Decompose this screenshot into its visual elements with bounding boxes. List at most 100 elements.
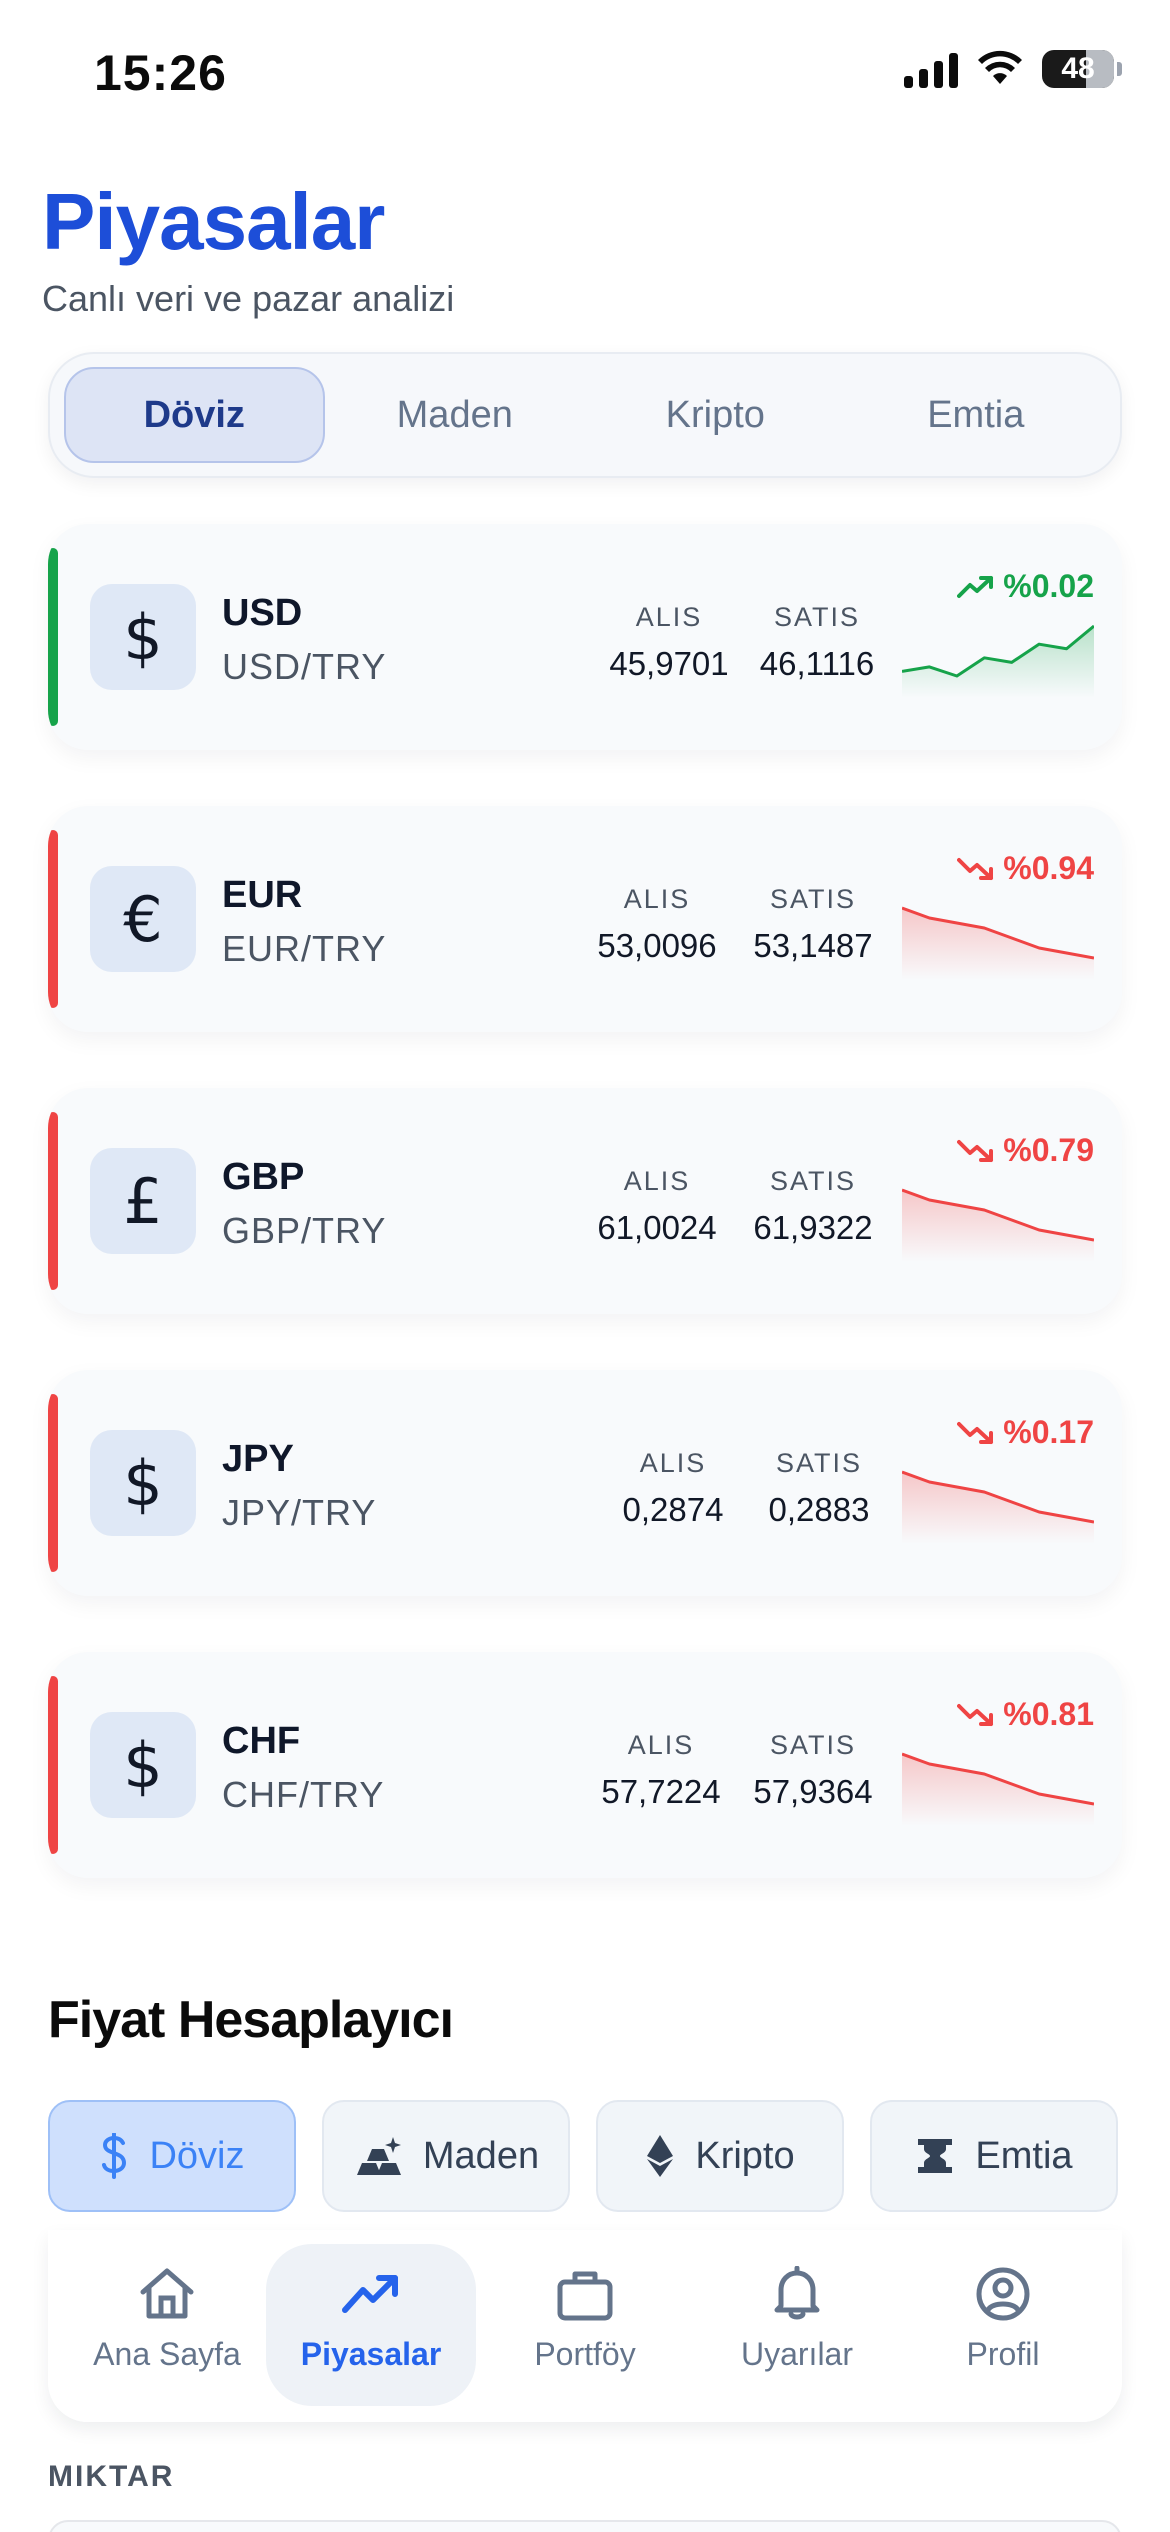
page-subtitle: Canlı veri ve pazar analizi bbox=[42, 278, 455, 319]
status-time: 15:26 bbox=[94, 45, 227, 101]
currency-pair: JPY/TRY bbox=[222, 1492, 377, 1533]
market-tabs: Döviz Maden Kripto Emtia bbox=[48, 352, 1122, 478]
currency-card-usd[interactable]: $ USD USD/TRY ALIS 45,9701 SATIS 46,1116… bbox=[48, 524, 1122, 750]
change-percent: %0.94 bbox=[957, 850, 1094, 887]
briefcase-icon bbox=[557, 2271, 613, 2321]
buy-price: ALIS 53,0096 bbox=[582, 884, 732, 965]
currency-pair: USD/TRY bbox=[222, 646, 387, 687]
change-value: %0.17 bbox=[1003, 1414, 1094, 1450]
buy-price: ALIS 57,7224 bbox=[586, 1730, 736, 1811]
currency-code: EUR bbox=[222, 874, 303, 916]
buy-label: ALIS bbox=[623, 884, 691, 914]
calc-tab-maden[interactable]: Maden bbox=[322, 2100, 570, 2212]
euro-icon: € bbox=[90, 866, 196, 972]
buy-value: 45,9701 bbox=[609, 645, 729, 682]
nav-label: Uyarılar bbox=[740, 2336, 853, 2372]
sell-value: 57,9364 bbox=[753, 1773, 873, 1810]
nav-label: Portföy bbox=[534, 2336, 636, 2372]
profile-icon bbox=[976, 2267, 1030, 2321]
change-value: %0.02 bbox=[1003, 568, 1094, 604]
nav-item-piyasalar[interactable]: Piyasalar bbox=[266, 2244, 476, 2406]
calc-tab-doviz[interactable]: Döviz bbox=[48, 2100, 296, 2212]
buy-value: 0,2874 bbox=[622, 1491, 724, 1528]
currency-card-eur[interactable]: € EUR EUR/TRY ALIS 53,0096 SATIS 53,1487… bbox=[48, 806, 1122, 1032]
sparkline-chart bbox=[902, 624, 1094, 698]
tab-maden[interactable]: Maden bbox=[325, 367, 586, 463]
calc-tab-emtia[interactable]: Emtia bbox=[870, 2100, 1118, 2212]
sell-label: SATIS bbox=[769, 1166, 857, 1196]
gold-bars-icon bbox=[356, 2137, 401, 2175]
sell-price: SATIS 61,9322 bbox=[738, 1166, 888, 1247]
tab-emtia[interactable]: Emtia bbox=[846, 367, 1107, 463]
cellular-signal-icon bbox=[904, 50, 958, 88]
ethereum-icon bbox=[647, 2135, 674, 2177]
change-percent: %0.02 bbox=[957, 568, 1094, 605]
dollar-icon: $ bbox=[90, 1712, 196, 1818]
sparkline-chart bbox=[902, 1752, 1094, 1826]
buy-label: ALIS bbox=[623, 1166, 691, 1196]
calc-tab-label: Emtia bbox=[975, 2134, 1073, 2177]
calc-tab-kripto[interactable]: Kripto bbox=[596, 2100, 844, 2212]
sell-price: SATIS 53,1487 bbox=[738, 884, 888, 965]
calc-tab-label: Döviz bbox=[149, 2134, 245, 2177]
change-percent: %0.81 bbox=[957, 1696, 1094, 1733]
currency-code: JPY bbox=[222, 1438, 294, 1480]
sell-value: 61,9322 bbox=[753, 1209, 873, 1246]
dollar-icon bbox=[102, 2133, 127, 2179]
nav-item-ana-sayfa[interactable]: Ana Sayfa bbox=[62, 2244, 272, 2406]
tab-doviz[interactable]: Döviz bbox=[64, 367, 325, 463]
wifi-icon bbox=[978, 50, 1022, 84]
sparkline-chart bbox=[902, 906, 1094, 980]
status-icons: 48 bbox=[904, 50, 1122, 88]
pound-icon: £ bbox=[90, 1148, 196, 1254]
commodity-icon bbox=[918, 2139, 953, 2173]
currency-code: CHF bbox=[222, 1720, 301, 1762]
bell-icon bbox=[774, 2266, 820, 2320]
nav-label: Piyasalar bbox=[300, 2336, 442, 2372]
buy-label: ALIS bbox=[627, 1730, 695, 1760]
currency-card-gbp[interactable]: £ GBP GBP/TRY ALIS 61,0024 SATIS 61,9322… bbox=[48, 1088, 1122, 1314]
change-value: %0.79 bbox=[1003, 1132, 1094, 1168]
buy-value: 53,0096 bbox=[597, 927, 717, 964]
trend-accent-bar bbox=[48, 548, 58, 726]
buy-label: ALIS bbox=[635, 602, 703, 632]
trending-up-icon bbox=[342, 2275, 398, 2313]
buy-value: 57,7224 bbox=[601, 1773, 721, 1810]
trending-down-icon bbox=[957, 857, 994, 880]
change-value: %0.81 bbox=[1003, 1696, 1094, 1732]
sell-label: SATIS bbox=[769, 1730, 857, 1760]
currency-card-jpy[interactable]: $ JPY JPY/TRY ALIS 0,2874 SATIS 0,2883 %… bbox=[48, 1370, 1122, 1596]
calc-tab-label: Kripto bbox=[695, 2134, 795, 2177]
nav-item-profil[interactable]: Profil bbox=[898, 2244, 1108, 2406]
battery-icon: 48 bbox=[1042, 50, 1122, 88]
status-bar: 15:26 48 bbox=[0, 0, 1170, 140]
nav-item-portfoy[interactable]: Portföy bbox=[480, 2244, 690, 2406]
sell-value: 53,1487 bbox=[753, 927, 873, 964]
home-icon bbox=[140, 2268, 194, 2319]
buy-label: ALIS bbox=[639, 1448, 707, 1478]
calculator-title: Fiyat Hesaplayıcı bbox=[48, 1991, 454, 2049]
amount-input[interactable] bbox=[48, 2520, 1122, 2532]
nav-item-uyarilar[interactable]: Uyarılar bbox=[692, 2244, 902, 2406]
sell-value: 0,2883 bbox=[768, 1491, 870, 1528]
sell-price: SATIS 57,9364 bbox=[738, 1730, 888, 1811]
currency-code: GBP bbox=[222, 1156, 305, 1198]
buy-price: ALIS 0,2874 bbox=[598, 1448, 748, 1529]
trending-down-icon bbox=[957, 1703, 994, 1726]
tab-kripto[interactable]: Kripto bbox=[585, 367, 846, 463]
sell-price: SATIS 0,2883 bbox=[744, 1448, 894, 1529]
sparkline-area bbox=[902, 626, 1094, 698]
trend-accent-bar bbox=[48, 1112, 58, 1290]
change-percent: %0.79 bbox=[957, 1132, 1094, 1169]
trending-down-icon bbox=[957, 1139, 994, 1162]
currency-card-chf[interactable]: $ CHF CHF/TRY ALIS 57,7224 SATIS 57,9364… bbox=[48, 1652, 1122, 1878]
bottom-nav: Ana Sayfa Piyasalar Portföy Uyarılar Pro… bbox=[48, 2230, 1122, 2422]
trend-accent-bar bbox=[48, 1394, 58, 1572]
sell-label: SATIS bbox=[769, 884, 857, 914]
currency-pair: CHF/TRY bbox=[222, 1774, 385, 1815]
sell-label: SATIS bbox=[773, 602, 861, 632]
trending-down-icon bbox=[957, 1421, 994, 1444]
trend-accent-bar bbox=[48, 1676, 58, 1854]
buy-value: 61,0024 bbox=[597, 1209, 717, 1246]
currency-code: USD bbox=[222, 592, 303, 634]
